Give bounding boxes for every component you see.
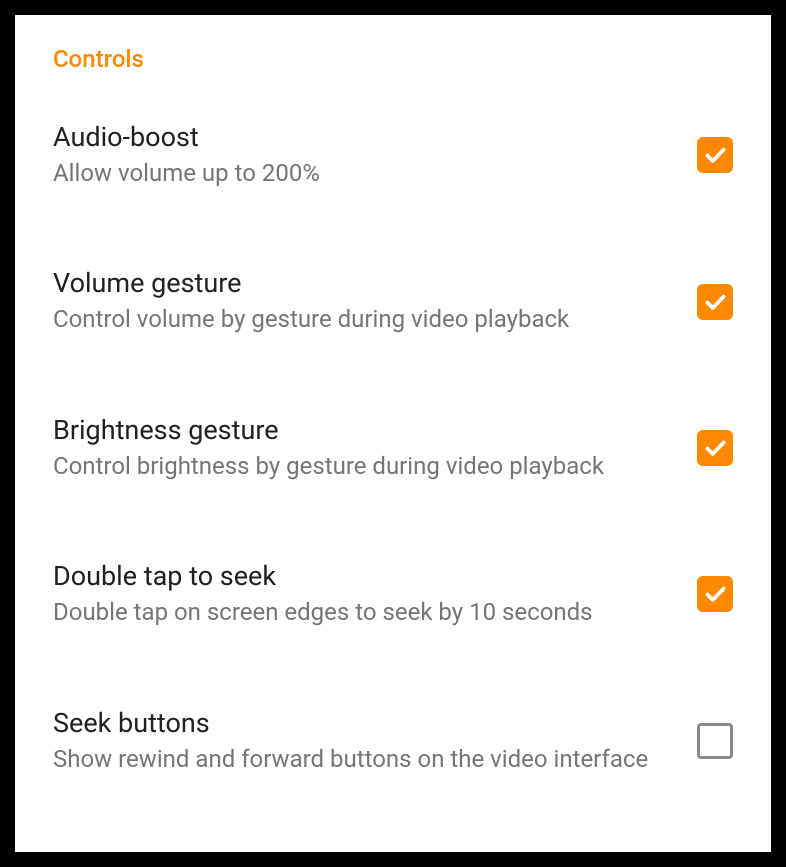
checkbox-volume-gesture[interactable] xyxy=(697,284,733,320)
setting-row-brightness-gesture[interactable]: Brightness gesture Control brightness by… xyxy=(53,414,733,482)
setting-title: Brightness gesture xyxy=(53,414,667,446)
checkbox-brightness-gesture[interactable] xyxy=(697,430,733,466)
setting-text: Seek buttons Show rewind and forward but… xyxy=(53,707,697,775)
setting-text: Volume gesture Control volume by gesture… xyxy=(53,267,697,335)
settings-panel: Controls Audio-boost Allow volume up to … xyxy=(15,15,771,852)
setting-text: Audio-boost Allow volume up to 200% xyxy=(53,121,697,189)
checkbox-audio-boost[interactable] xyxy=(697,137,733,173)
check-icon xyxy=(702,142,728,168)
section-header-controls: Controls xyxy=(53,45,733,73)
check-icon xyxy=(702,289,728,315)
setting-title: Double tap to seek xyxy=(53,560,667,592)
checkbox-seek-buttons[interactable] xyxy=(697,723,733,759)
setting-description: Control volume by gesture during video p… xyxy=(53,303,667,335)
setting-description: Control brightness by gesture during vid… xyxy=(53,450,667,482)
setting-text: Double tap to seek Double tap on screen … xyxy=(53,560,697,628)
setting-description: Double tap on screen edges to seek by 10… xyxy=(53,596,667,628)
setting-text: Brightness gesture Control brightness by… xyxy=(53,414,697,482)
setting-row-audio-boost[interactable]: Audio-boost Allow volume up to 200% xyxy=(53,121,733,189)
setting-title: Volume gesture xyxy=(53,267,667,299)
setting-row-seek-buttons[interactable]: Seek buttons Show rewind and forward but… xyxy=(53,707,733,775)
setting-description: Show rewind and forward buttons on the v… xyxy=(53,743,667,775)
setting-row-double-tap-seek[interactable]: Double tap to seek Double tap on screen … xyxy=(53,560,733,628)
setting-title: Audio-boost xyxy=(53,121,667,153)
setting-title: Seek buttons xyxy=(53,707,667,739)
check-icon xyxy=(702,435,728,461)
checkbox-double-tap-seek[interactable] xyxy=(697,576,733,612)
setting-row-volume-gesture[interactable]: Volume gesture Control volume by gesture… xyxy=(53,267,733,335)
check-icon xyxy=(702,581,728,607)
setting-description: Allow volume up to 200% xyxy=(53,157,667,189)
